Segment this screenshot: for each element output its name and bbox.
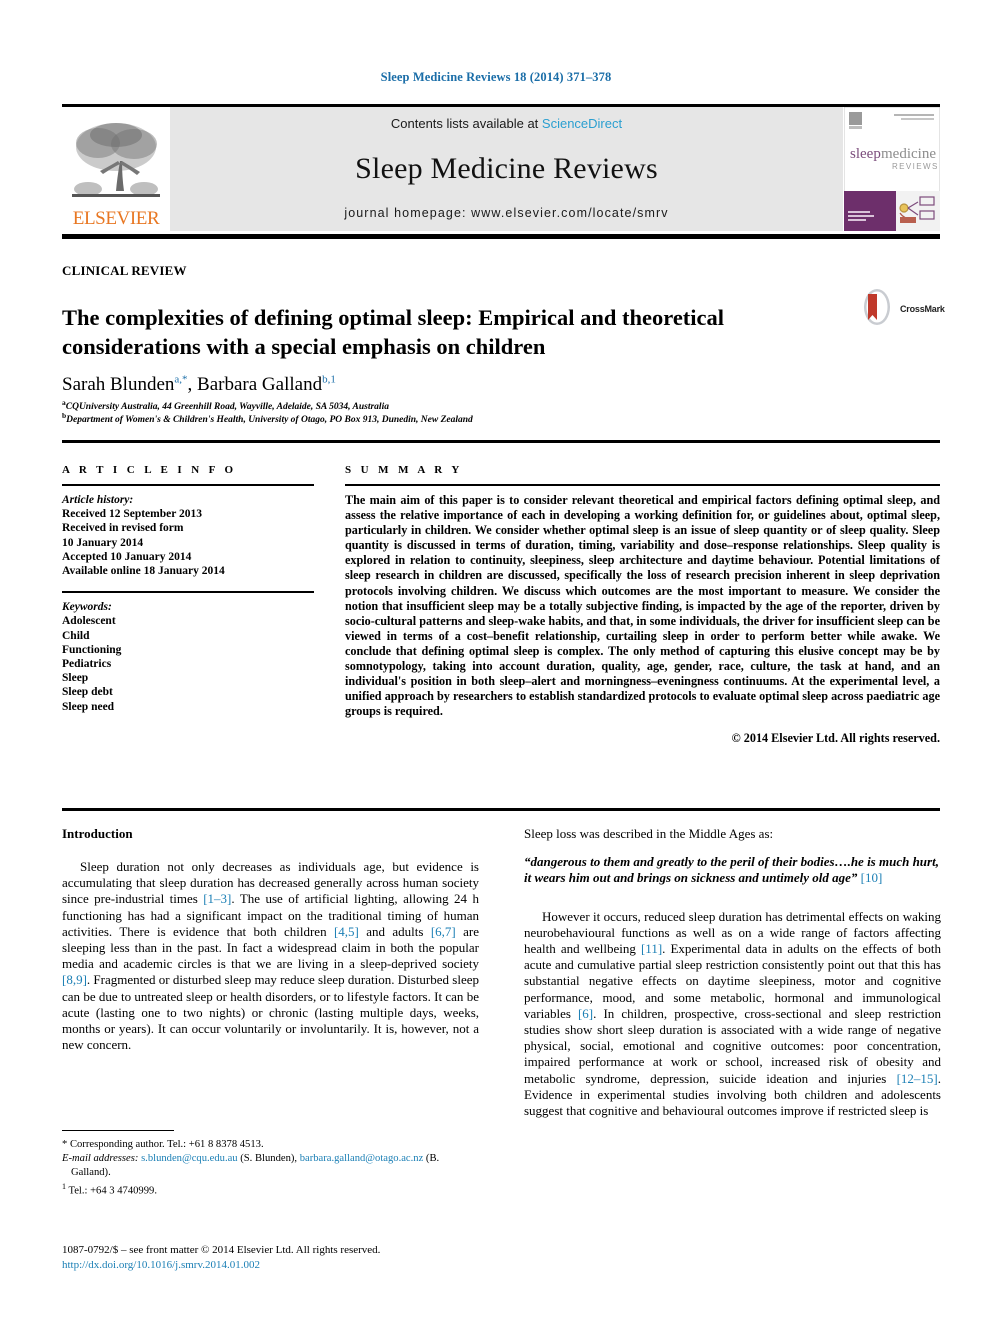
svg-text:sleep: sleep (850, 146, 881, 162)
contents-prefix: Contents lists available at (390, 116, 542, 131)
body-column-right: Sleep loss was described in the Middle A… (524, 826, 941, 1129)
summary-column: S U M M A R Y The main aim of this paper… (345, 464, 940, 746)
divider-below-abstract (62, 808, 940, 811)
affiliation-b-text: Department of Women's & Children's Healt… (66, 414, 473, 425)
body-column-left: Introduction Sleep duration not only dec… (62, 826, 479, 1063)
journal-title: Sleep Medicine Reviews (355, 151, 658, 185)
running-head: Sleep Medicine Reviews 18 (2014) 371–378 (380, 70, 612, 84)
abstract-text: The main aim of this paper is to conside… (345, 493, 940, 719)
history-item: Received 12 September 2013 (62, 508, 202, 521)
page-title: The complexities of defining optimal sle… (62, 305, 725, 360)
crossmark-label: CrossMark (900, 304, 945, 314)
footnote-block: * Corresponding author. Tel.: +61 8 8378… (62, 1130, 479, 1199)
citation-ref[interactable]: [4,5] (334, 924, 359, 939)
paragraph-intro: Sleep duration not only decreases as ind… (62, 859, 479, 1053)
keyword-item: Sleep (62, 672, 89, 685)
summary-rule (345, 484, 940, 486)
affiliation-a-text: CQUniversity Australia, 44 Greenhill Roa… (65, 402, 389, 412)
keywords-rule (62, 591, 314, 594)
article-page: Sleep Medicine Reviews 18 (2014) 371–378 (0, 0, 992, 1323)
svg-text:REVIEWS: REVIEWS (892, 162, 939, 171)
elsevier-logo: ELSEVIER (62, 107, 170, 231)
section-heading-introduction: Introduction (62, 826, 133, 841)
history-item: 10 January 2014 (62, 536, 144, 549)
sciencedirect-band: Contents lists available at ScienceDirec… (170, 107, 843, 231)
keyword-item: Pediatrics (62, 658, 112, 671)
citation-ref[interactable]: [1–3] (203, 891, 231, 906)
history-item: Accepted 10 January 2014 (62, 550, 192, 563)
citation-ref[interactable]: [6] (578, 1006, 593, 1021)
elsevier-wordmark: ELSEVIER (72, 208, 160, 229)
keyword-item: Sleep debt (62, 686, 113, 699)
keyword-item: Sleep need (62, 700, 115, 713)
article-info-column: A R T I C L E I N F O Article history: R… (62, 464, 314, 714)
keywords-label: Keywords: (62, 601, 112, 614)
affiliation-a: aCQUniversity Australia, 44 Greenhill Ro… (62, 399, 862, 414)
affiliations: aCQUniversity Australia, 44 Greenhill Ro… (62, 399, 862, 427)
history-item: Received in revised form (62, 522, 184, 535)
crossmark-badge[interactable]: CrossMark (857, 287, 945, 332)
email-link-galland[interactable]: barbara.galland@otago.ac.nz (300, 1153, 424, 1164)
crossmark-icon (857, 287, 897, 332)
block-quote: “dangerous to them and greatly to the pe… (524, 854, 941, 886)
article-info-heading: A R T I C L E I N F O (62, 464, 237, 476)
citation-ref[interactable]: [12–15] (897, 1071, 938, 1086)
contents-available-line: Contents lists available at ScienceDirec… (391, 116, 622, 131)
issn-front-matter: 1087-0792/$ – see front matter © 2014 El… (62, 1244, 381, 1256)
colophon: 1087-0792/$ – see front matter © 2014 El… (62, 1243, 562, 1273)
elsevier-tree-icon (68, 117, 164, 209)
svg-text:medicine: medicine (881, 146, 936, 162)
author-list: Sarah Blundena,*, Barbara Gallandb,1 (62, 374, 336, 396)
footnote-corresponding-author: * Corresponding author. Tel.: +61 8 8378… (62, 1139, 264, 1150)
keyword-item: Adolescent (62, 615, 116, 628)
affiliation-b: bDepartment of Women's & Children's Heal… (62, 411, 862, 427)
citation-ref[interactable]: [10] (861, 870, 883, 885)
article-info-rule (62, 484, 314, 486)
journal-homepage[interactable]: journal homepage: www.elsevier.com/locat… (344, 206, 668, 220)
article-category: CLINICAL REVIEW (62, 263, 187, 278)
footnote-note-1: 1 Tel.: +64 3 4740999. (62, 1180, 479, 1198)
authors-text: Sarah Blundena,*, Barbara Gallandb,1 (62, 373, 336, 395)
footnote-rule (62, 1130, 174, 1131)
doi-link[interactable]: http://dx.doi.org/10.1016/j.smrv.2014.01… (62, 1258, 562, 1273)
footnote-note-1-text: Tel.: +64 3 4740999. (66, 1185, 157, 1197)
sciencedirect-link[interactable]: ScienceDirect (542, 116, 622, 131)
email-owner-1: (S. Blunden), (237, 1153, 300, 1165)
keyword-item: Child (62, 629, 90, 642)
paragraph-effects: However it occurs, reduced sleep duratio… (524, 909, 941, 1120)
email-label: E-mail addresses: (62, 1153, 139, 1165)
footnote-emails: E-mail addresses: s.blunden@cqu.edu.au (… (62, 1152, 479, 1179)
quote-lead-in: Sleep loss was described in the Middle A… (524, 826, 774, 841)
divider-above-abstract (62, 440, 940, 443)
summary-heading: S U M M A R Y (345, 464, 463, 476)
para-seg: . Fragmented or disturbed sleep may redu… (62, 972, 479, 1053)
citation-ref[interactable]: [11] (641, 941, 662, 956)
article-history: Article history: Received 12 September 2… (62, 493, 314, 578)
journal-masthead: ELSEVIER Contents lists available at Sci… (62, 104, 941, 239)
email-link-blunden[interactable]: s.blunden@cqu.edu.au (141, 1153, 238, 1164)
keywords-list: Keywords: Adolescent Child Functioning P… (62, 600, 314, 714)
journal-cover-thumbnail: sleep medicine REVIEWS (843, 106, 941, 232)
article-history-label: Article history: (62, 494, 134, 506)
keyword-item: Functioning (62, 643, 122, 656)
citation-ref[interactable]: [6,7] (431, 924, 456, 939)
copyright-notice: © 2014 Elsevier Ltd. All rights reserved… (731, 731, 940, 746)
para-seg: and adults (358, 923, 431, 939)
history-item: Available online 18 January 2014 (62, 565, 225, 578)
citation-ref[interactable]: [8,9] (62, 972, 87, 987)
